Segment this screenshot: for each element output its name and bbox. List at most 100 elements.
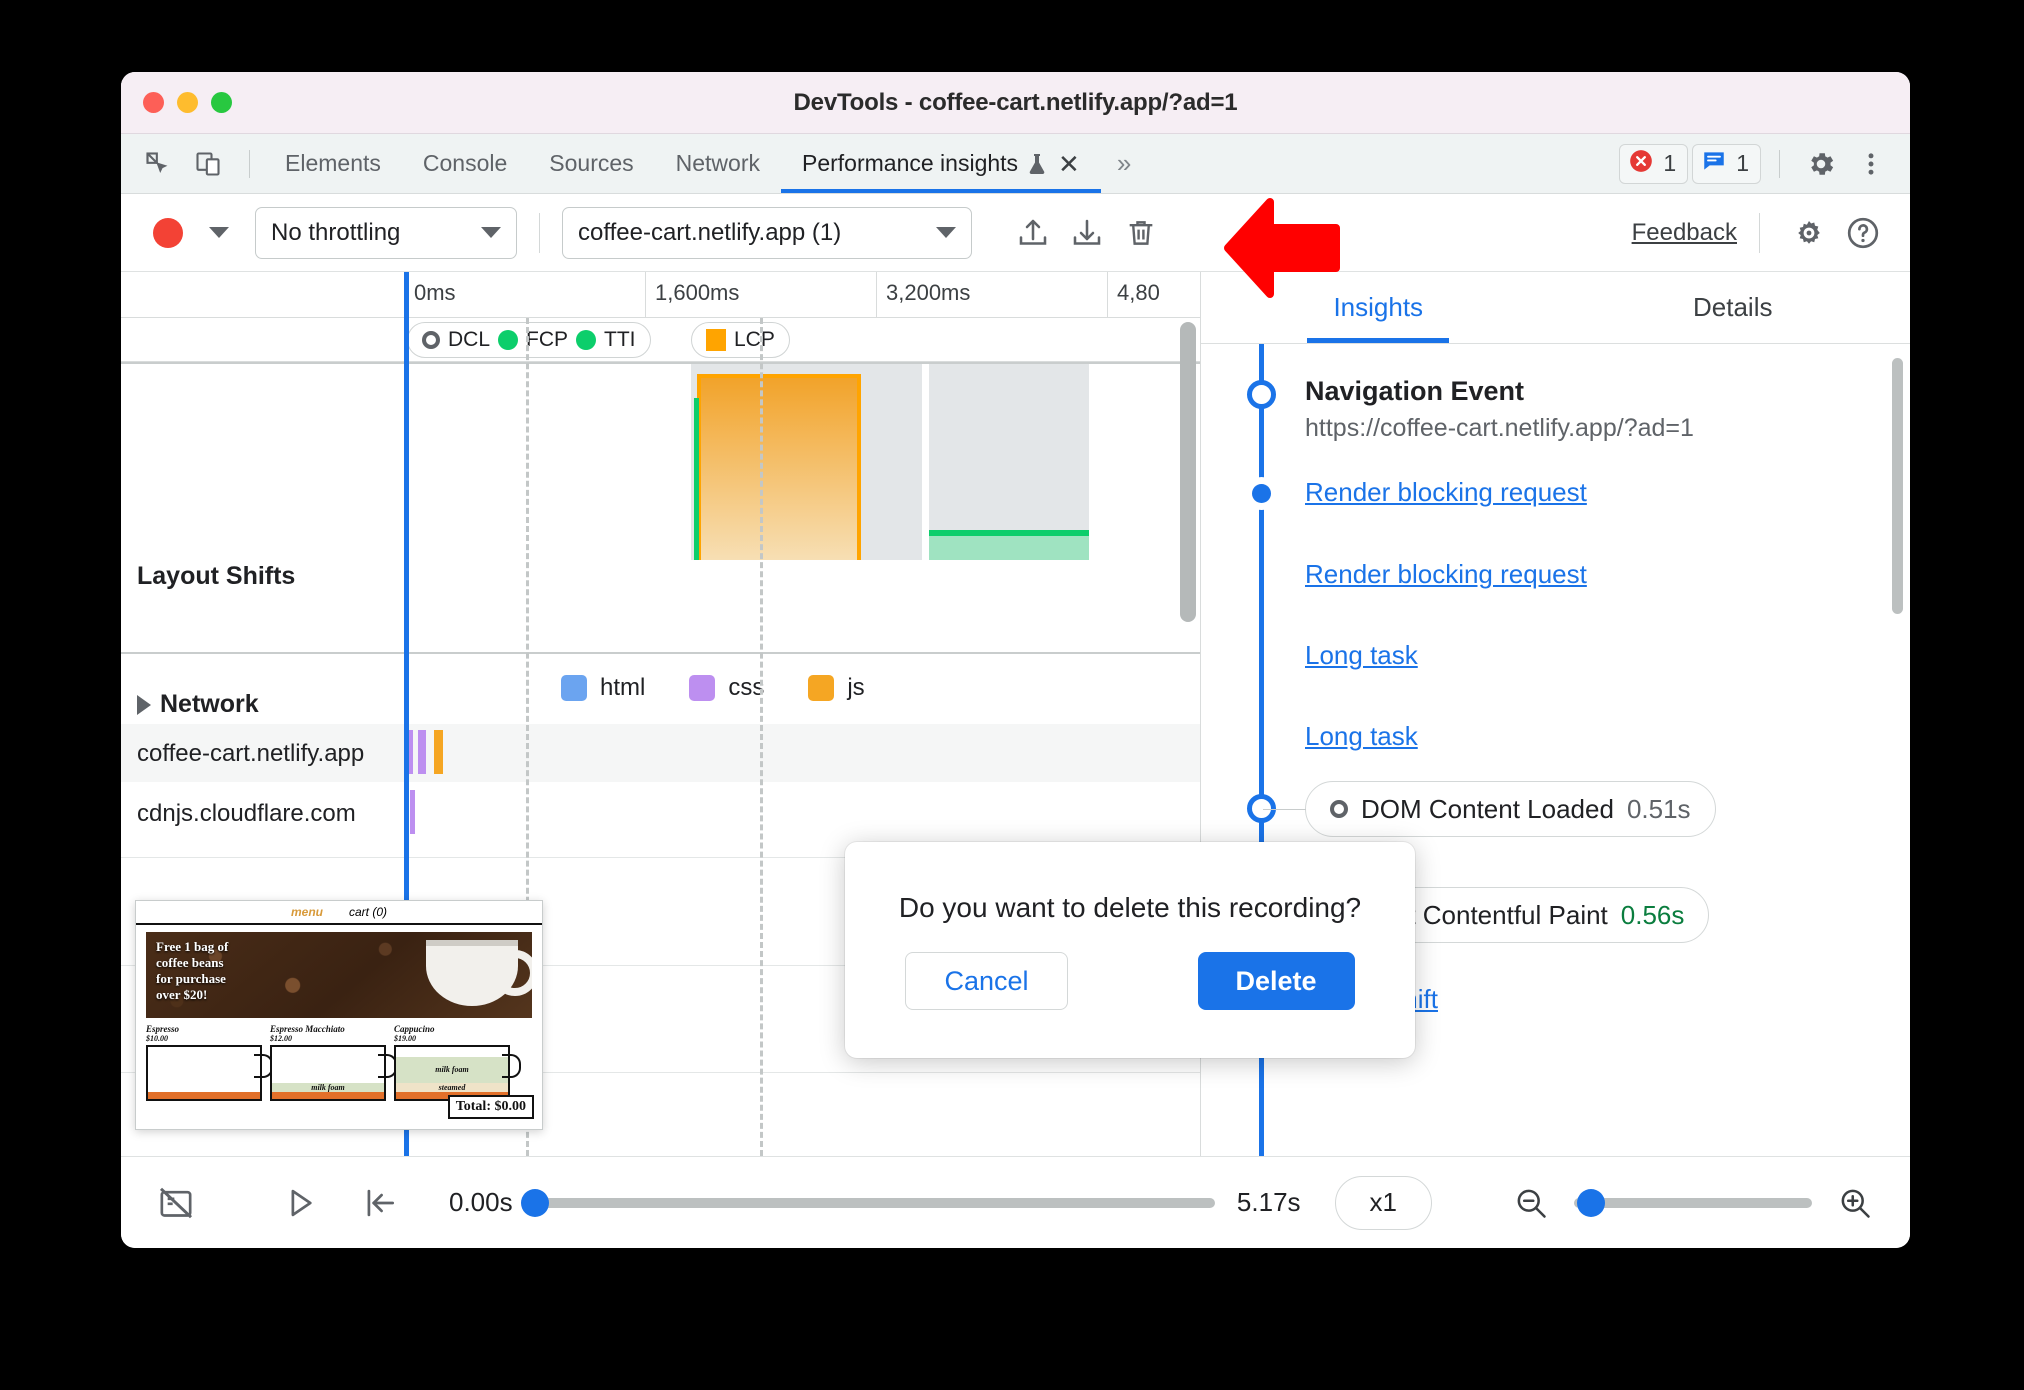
track-label-text: Layout Shifts (137, 562, 296, 590)
timeline-ruler[interactable]: 0ms 1,600ms 3,200ms 4,80 (121, 272, 1200, 318)
performance-toolbar: No throttling coffee-cart.netlify.app (1… (121, 194, 1910, 272)
zoom-in-icon[interactable] (1826, 1174, 1884, 1232)
error-badge[interactable]: 1 (1619, 143, 1689, 184)
sidebar-scrollbar[interactable] (1892, 358, 1903, 614)
steamed-label: steamed (396, 1083, 508, 1092)
zoom-out-icon[interactable] (1502, 1174, 1560, 1232)
throttling-select[interactable]: No throttling (255, 206, 517, 259)
total-time-label: 5.17s (1236, 1187, 1301, 1217)
devtools-tabstrip: Elements Console Sources Network Perform… (121, 134, 1910, 194)
record-options-chevron-down-icon[interactable] (209, 227, 229, 238)
tab-details[interactable]: Details (1556, 272, 1911, 343)
insight-link-render-blocking-1[interactable]: Render blocking request (1305, 477, 1587, 508)
legend-item-js: js (808, 674, 865, 702)
minimize-window-button[interactable] (177, 92, 198, 113)
ruler-tick: 4,80 (1117, 280, 1160, 305)
layout-shift-bar-green[interactable] (929, 530, 1089, 560)
upload-icon[interactable] (1006, 206, 1060, 260)
request-host[interactable]: cdnjs.cloudflare.com (137, 800, 356, 828)
layout-shift-bar-lcp[interactable] (697, 374, 861, 560)
current-time-label: 0.00s (449, 1187, 513, 1217)
foam-label: milk foam (396, 1057, 508, 1083)
tab-sources[interactable]: Sources (528, 134, 654, 193)
playback-slider[interactable] (520, 1188, 1215, 1217)
insight-link-render-blocking-2[interactable]: Render blocking request (1305, 559, 1587, 590)
tti-dot-icon (576, 330, 597, 350)
marker-lcp[interactable]: LCP (691, 322, 790, 358)
insight-url: https://coffee-cart.netlify.app/?ad=1 (1305, 414, 1694, 442)
tab-console[interactable]: Console (402, 134, 528, 193)
product-price: $12.00 (270, 1034, 292, 1043)
screenshot-preview[interactable]: menu cart (0) Free 1 bag of coffee beans f… (135, 900, 543, 1130)
screenshots-off-icon[interactable] (147, 1174, 205, 1232)
devtools-window: DevTools - coffee-cart.netlify.app/?ad=1 (121, 72, 1910, 1248)
preview-hero-banner: Free 1 bag of coffee beans for purchase ove… (146, 932, 532, 1018)
insight-link-long-task-1[interactable]: Long task (1305, 640, 1418, 671)
marker-label: TTI (604, 328, 636, 351)
error-icon (1628, 148, 1654, 179)
feedback-link[interactable]: Feedback (1632, 219, 1737, 247)
tab-network[interactable]: Network (655, 134, 781, 193)
jump-to-start-icon[interactable] (351, 1174, 409, 1232)
close-window-button[interactable] (143, 92, 164, 113)
tabstrip-divider-right (1779, 149, 1780, 178)
page-select[interactable]: coffee-cart.netlify.app (1) (562, 206, 972, 259)
preview-products: Espresso $10.00 Espresso Macchiato $12.0… (136, 1018, 542, 1101)
fcp-dot-icon (498, 330, 519, 350)
tab-elements[interactable]: Elements (264, 134, 402, 193)
capture-settings-icon[interactable] (1782, 206, 1836, 260)
playback-slider-knob[interactable] (520, 1188, 549, 1217)
trash-icon[interactable] (1114, 206, 1168, 260)
inspect-element-icon[interactable] (135, 150, 181, 178)
download-icon[interactable] (1060, 206, 1114, 260)
tab-performance-insights[interactable]: Performance insights ✕ (781, 134, 1101, 193)
maximize-window-button[interactable] (211, 92, 232, 113)
event-node-navigation[interactable] (1247, 380, 1276, 409)
more-tabs-icon[interactable]: » (1101, 134, 1147, 193)
record-button[interactable] (153, 217, 183, 248)
gear-icon[interactable] (1798, 148, 1844, 180)
request-host[interactable]: coffee-cart.netlify.app (137, 740, 364, 768)
event-node-render-blocking[interactable] (1252, 484, 1271, 503)
preview-nav: menu cart (0) (136, 901, 542, 925)
product-name: Espresso Macchiato (270, 1024, 345, 1034)
legend-item-html: html (561, 674, 645, 702)
zoom-slider-knob[interactable] (1576, 1188, 1605, 1217)
layout-shift-bar-fcp[interactable] (694, 398, 699, 560)
close-icon[interactable]: ✕ (1058, 151, 1080, 177)
timeline-scrollbar[interactable] (1180, 322, 1196, 622)
message-count: 1 (1736, 150, 1749, 176)
insight-link-long-task-2[interactable]: Long task (1305, 721, 1418, 752)
marker-label: LCP (734, 328, 775, 351)
request-bar-css-3 (410, 790, 415, 834)
message-icon (1701, 148, 1727, 179)
tab-label: Network (675, 150, 760, 176)
marker-label: FCP (526, 328, 569, 351)
help-icon[interactable] (1836, 206, 1890, 260)
sidebar-tab-label: Details (1693, 292, 1773, 322)
insight-pill-dom-content-loaded[interactable]: DOM Content Loaded 0.51s (1263, 781, 1716, 837)
device-toolbar-icon[interactable] (185, 150, 231, 178)
delete-button[interactable]: Delete (1197, 952, 1355, 1010)
track-label-text: Network (160, 690, 259, 718)
cancel-button[interactable]: Cancel (905, 952, 1068, 1010)
list-item: Espresso Macchiato $12.00 milk foam (270, 1024, 397, 1101)
track-label-layout-shifts[interactable]: Layout Shifts (121, 562, 404, 591)
product-name: Espresso (146, 1024, 180, 1034)
error-count: 1 (1663, 150, 1677, 176)
message-badge[interactable]: 1 (1692, 143, 1761, 184)
tab-label: Console (422, 150, 508, 176)
dialog-buttons: Cancel Delete (905, 952, 1355, 1010)
zoom-slider[interactable] (1574, 1188, 1812, 1217)
tabstrip-divider (249, 149, 250, 178)
html-swatch-icon (561, 675, 587, 701)
window-title: DevTools - coffee-cart.netlify.app/?ad=1 (793, 88, 1238, 116)
pill-value: 0.56s (1620, 899, 1685, 930)
window-titlebar: DevTools - coffee-cart.netlify.app/?ad=1 (121, 72, 1910, 134)
kebab-menu-icon[interactable] (1848, 150, 1894, 178)
play-icon[interactable] (271, 1174, 329, 1232)
track-label-network[interactable]: Network (121, 690, 404, 719)
delete-recording-dialog: Do you want to delete this recording? Ca… (845, 842, 1415, 1058)
product-price: $19.00 (394, 1034, 416, 1043)
playback-speed-button[interactable]: x1 (1334, 1175, 1432, 1230)
